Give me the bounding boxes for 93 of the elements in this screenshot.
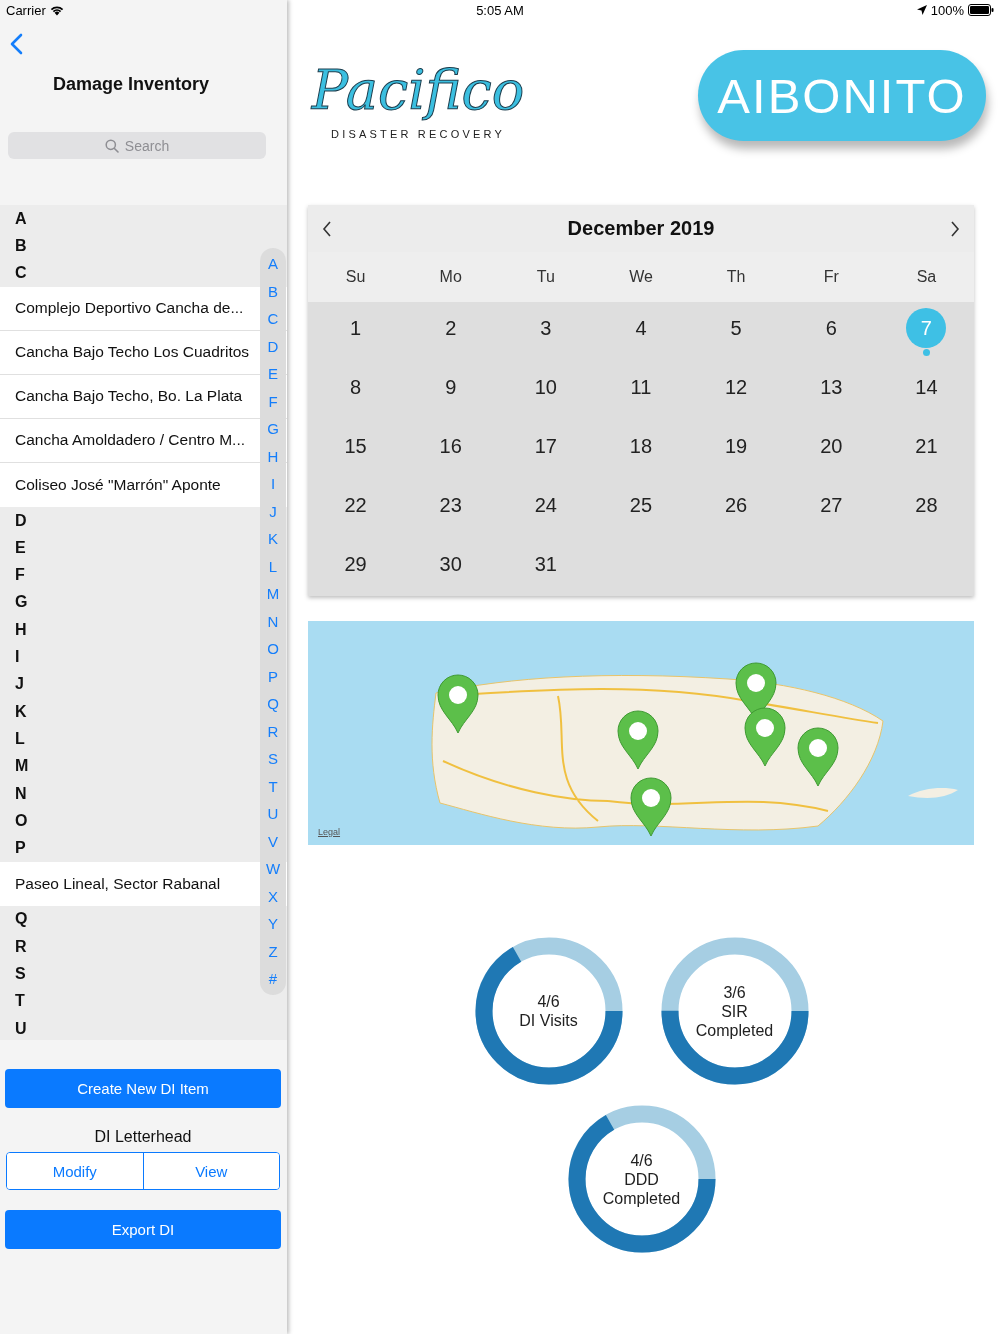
create-item-button[interactable]: Create New DI Item (5, 1069, 281, 1108)
calendar-day[interactable]: 9 (430, 367, 471, 407)
month-title: December 2019 (567, 217, 715, 240)
calendar-day[interactable]: 17 (525, 426, 566, 466)
calendar-day[interactable]: 13 (811, 367, 852, 407)
section-header: F (15, 566, 25, 585)
section-header: S (15, 965, 26, 983)
weekday-label: Th (725, 268, 747, 286)
section-header: B (15, 236, 27, 255)
section-header: D (15, 511, 27, 530)
next-month-icon[interactable] (950, 220, 960, 237)
location-badge: AIBONITO (698, 50, 986, 141)
section-header: A (15, 209, 27, 228)
carrier-label: Carrier (6, 2, 46, 18)
logo-wordmark: Pacifico (310, 58, 526, 124)
calendar-day[interactable]: 20 (811, 426, 852, 466)
back-chevron-icon[interactable] (9, 33, 23, 55)
calendar-day[interactable]: 11 (621, 367, 661, 407)
calendar-day[interactable]: 3 (525, 308, 566, 348)
section-header: Q (15, 910, 28, 929)
calendar-day[interactable]: 4 (621, 308, 661, 348)
weekday-label: Fr (822, 268, 840, 286)
wifi-icon (49, 4, 64, 16)
calendar-day[interactable]: 24 (525, 485, 566, 525)
calendar-day[interactable]: 18 (621, 426, 661, 466)
list-item[interactable]: Cancha Amoldadero / Centro M... (15, 431, 246, 450)
letterhead-label: DI Letterhead (93, 1128, 193, 1146)
calendar-day[interactable]: 12 (716, 367, 757, 407)
segment-button[interactable]: View (142, 1153, 279, 1189)
progress-label: DI Visits (519, 1011, 578, 1030)
weekday-label: Tu (535, 268, 556, 286)
list-item[interactable]: Cancha Bajo Techo Los Cuadritos (15, 343, 250, 362)
list-item[interactable]: Cancha Bajo Techo, Bo. La Plata (15, 387, 243, 406)
calendar-day[interactable]: 19 (716, 426, 757, 466)
section-header: N (15, 784, 27, 803)
section-header: R (15, 937, 27, 956)
progress-label: 3/6 (723, 982, 746, 1002)
section-header: E (15, 538, 26, 557)
section-header: K (15, 702, 27, 721)
battery-icon (968, 4, 994, 16)
section-header: H (15, 620, 27, 639)
section-header: T (15, 992, 25, 1011)
calendar-day[interactable]: 26 (716, 485, 757, 525)
list-item[interactable]: Paseo Lineal, Sector Rabanal (15, 874, 221, 893)
weekday-label: Su (344, 268, 367, 286)
progress-label: SIR (721, 1001, 748, 1021)
calendar-day[interactable]: 14 (906, 367, 947, 407)
section-header: L (15, 729, 25, 748)
list-item[interactable]: Complejo Deportivo Cancha de... (15, 299, 244, 318)
map-legal-link[interactable]: Legal (318, 827, 341, 837)
section-header: O (15, 811, 28, 830)
calendar-day[interactable]: 16 (430, 426, 471, 466)
section-header: G (15, 593, 28, 612)
calendar-day[interactable]: 29 (335, 544, 376, 584)
search-icon (104, 138, 119, 153)
clock-time: 5:05 AM (476, 2, 524, 18)
progress-label: Completed (695, 1020, 774, 1040)
progress-label: 4/6 (537, 992, 560, 1011)
section-header: J (15, 675, 24, 694)
section-header: P (15, 839, 26, 858)
calendar-day[interactable]: 2 (430, 308, 471, 348)
weekday-label: Sa (915, 268, 938, 286)
battery-percent: 100% (930, 2, 964, 18)
calendar-day[interactable]: 6 (811, 308, 852, 348)
section-header: I (15, 648, 20, 666)
calendar-day[interactable]: 23 (430, 485, 471, 525)
weekday-label: Mo (438, 268, 463, 286)
calendar-day[interactable]: 30 (430, 544, 471, 584)
calendar-day[interactable]: 22 (335, 485, 376, 525)
section-header: C (15, 264, 27, 283)
calendar-day[interactable]: 15 (335, 426, 376, 466)
segment-button[interactable]: Modify (7, 1153, 143, 1189)
calendar-day[interactable]: 31 (525, 544, 566, 584)
progress-label: 4/6 (630, 1150, 653, 1170)
calendar-day[interactable]: 8 (335, 367, 376, 407)
export-button[interactable]: Export DI (5, 1210, 281, 1249)
section-header: M (15, 757, 29, 776)
progress-label: DDD (624, 1169, 659, 1189)
location-arrow-icon (916, 5, 927, 15)
calendar-day[interactable]: 5 (716, 308, 757, 348)
calendar-day[interactable]: 27 (811, 485, 852, 525)
logo-tagline: DISASTER RECOVERY (331, 128, 505, 140)
calendar-day[interactable]: 1 (335, 308, 376, 348)
section-header: U (15, 1019, 27, 1038)
calendar-day[interactable]: 21 (906, 426, 947, 466)
progress-label: Completed (602, 1188, 681, 1208)
list-item[interactable]: Coliseo José "Marrón" Aponte (15, 475, 221, 494)
calendar-day[interactable]: 28 (906, 485, 947, 525)
sidebar-title: Damage Inventory (51, 74, 211, 95)
previous-month-icon[interactable] (322, 220, 332, 237)
calendar-day[interactable]: 25 (621, 485, 661, 525)
weekday-label: We (628, 268, 654, 286)
calendar-day[interactable]: 10 (525, 367, 566, 407)
